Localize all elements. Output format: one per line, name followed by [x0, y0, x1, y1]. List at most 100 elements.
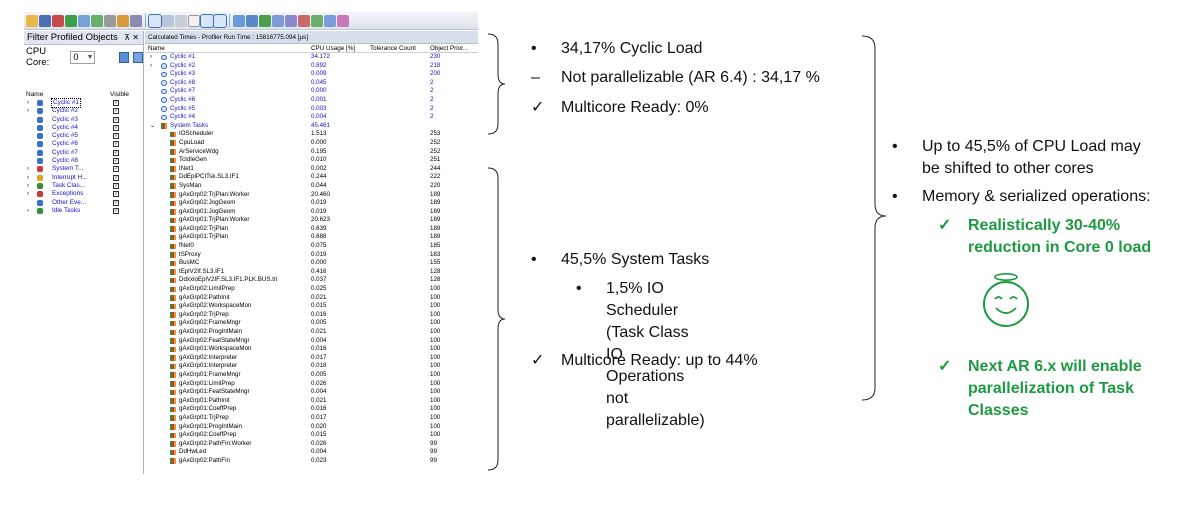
visible-checkbox[interactable]: ✓ [113, 116, 119, 123]
table-row[interactable]: gAxGrp02:ProgIntMain 0.021 100 [145, 328, 478, 337]
expander-icon[interactable]: › [27, 174, 29, 182]
table-row[interactable]: DdxxloEplV2IF.SL3.IF1.PLK.BUS.tri 0.037 12… [145, 276, 478, 285]
select-all-icon[interactable] [119, 51, 130, 63]
visible-checkbox[interactable]: ✓ [113, 149, 119, 156]
flag-icon[interactable] [246, 14, 258, 27]
table-row[interactable]: gAxGrp02:TrjPrep 0.016 100 [145, 311, 478, 320]
expander-icon[interactable]: › [27, 207, 29, 215]
table-row[interactable]: ArServiceWdg 0.195 252 [145, 148, 478, 157]
info-icon[interactable] [213, 13, 227, 28]
pin-close-icon[interactable]: ⊼ ✕ [124, 31, 139, 45]
table-row[interactable]: Cyclic #7 0.000 2 [145, 87, 478, 96]
expander-icon[interactable]: › [27, 99, 29, 107]
table-row[interactable]: tSProxy 0.019 183 [145, 251, 478, 260]
table-row[interactable]: BusMC 0.000 155 [145, 259, 478, 268]
table-row[interactable]: gAxGrp01:ProgIntMain 0.020 100 [145, 423, 478, 432]
visible-checkbox[interactable]: ✓ [113, 174, 119, 181]
table-row[interactable]: SysMan 0.044 220 [145, 182, 478, 191]
expander-icon[interactable]: › [150, 53, 152, 62]
table-row[interactable]: gAxGrp02:PathFin:Worker 0.026 99 [145, 440, 478, 449]
visible-checkbox[interactable]: ✓ [113, 124, 119, 131]
expander-icon[interactable]: › [27, 190, 29, 198]
visible-checkbox[interactable]: ✓ [113, 166, 119, 173]
visible-checkbox[interactable]: ✓ [113, 207, 119, 214]
flag-icon[interactable] [337, 14, 349, 27]
table-row[interactable]: CpuLoad 0.000 252 [145, 139, 478, 148]
table-row[interactable]: DdHwLed 0.004 99 [145, 448, 478, 457]
table-row[interactable]: › Cyclic #2 0.892 218 [145, 62, 478, 71]
sort-icon[interactable] [133, 51, 143, 63]
table-row[interactable]: gAxGrp02:PathInit 0.021 100 [145, 294, 478, 303]
col-name[interactable]: Name [148, 44, 165, 53]
table-row[interactable]: tEplV2If.SL3.IF1 0.416 128 [145, 268, 478, 277]
visible-checkbox[interactable]: ✓ [113, 133, 119, 140]
table-row[interactable]: Cyclic #3 0.009 200 [145, 70, 478, 79]
print-icon[interactable] [130, 14, 142, 27]
table-row[interactable]: gAxGrp01:Interpreter 0.018 100 [145, 362, 478, 371]
export-icon[interactable] [78, 14, 90, 27]
table-row[interactable]: gAxGrp02:LimitPrep 0.025 100 [145, 285, 478, 294]
table-row[interactable]: Cyclic #4 0.004 2 [145, 113, 478, 122]
table-row[interactable]: gAxGrp02:JogGeom 0.019 189 [145, 199, 478, 208]
table-row[interactable]: › Cyclic #1 34.172 230 [145, 53, 478, 62]
table-row[interactable]: gAxGrp01:TrjPlan:Worker 20.623 189 [145, 216, 478, 225]
list-item[interactable]: › Cyclic #2 ✓ [24, 107, 142, 115]
visible-checkbox[interactable]: ✓ [113, 158, 119, 165]
list-item[interactable]: Cyclic #7 ✓ [24, 149, 142, 157]
visible-checkbox[interactable]: ✓ [113, 100, 119, 106]
visible-checkbox[interactable]: ✓ [113, 191, 119, 198]
cursor-icon[interactable] [200, 13, 214, 28]
table-row[interactable]: TcIdleGen 0.010 251 [145, 156, 478, 165]
page-icon[interactable] [188, 14, 200, 27]
open-folder-icon[interactable] [26, 14, 38, 27]
table-row[interactable]: Cyclic #5 0.003 2 [145, 105, 478, 114]
table-row[interactable]: Cyclic #6 0.001 2 [145, 96, 478, 105]
table-row[interactable]: gAxGrp02:CoeffPrep 0.015 100 [145, 431, 478, 440]
grid-view-icon[interactable] [162, 14, 174, 27]
refresh-icon[interactable] [65, 14, 77, 27]
list-item[interactable]: Cyclic #5 ✓ [24, 132, 142, 140]
flag-icon[interactable] [272, 14, 284, 27]
table-row[interactable]: DdEplPCITsk.SL3.IF1 0.244 222 [145, 173, 478, 182]
table-row[interactable]: gAxGrp02:TrjPlan:Worker 20.460 189 [145, 191, 478, 200]
list-item[interactable]: › Idle Tasks ✓ [24, 207, 142, 215]
list-item[interactable]: Cyclic #3 ✓ [24, 116, 142, 124]
table-row[interactable]: gAxGrp02:FrameMngr 0.005 100 [145, 319, 478, 328]
table-row[interactable]: gAxGrp02:WorkspaceMon 0.015 100 [145, 302, 478, 311]
list-item[interactable]: › Interrupt H... ✓ [24, 174, 142, 182]
col-object-priority[interactable]: Object Prior... [430, 44, 468, 53]
table-view-icon[interactable] [148, 13, 162, 28]
table-row[interactable]: gAxGrp01:CoeffPrep 0.016 100 [145, 405, 478, 414]
flag-icon[interactable] [311, 14, 323, 27]
table-row[interactable]: gAxGrp01:PathInit 0.021 100 [145, 397, 478, 406]
table-row[interactable]: gAxGrp02:PathFin 0.023 99 [145, 457, 478, 466]
table-row[interactable]: tNet1 0.002 244 [145, 165, 478, 174]
flag-icon[interactable] [259, 14, 271, 27]
flag-icon[interactable] [324, 14, 336, 27]
col-cpu-usage[interactable]: CPU Usage [%] [311, 44, 355, 53]
table-row[interactable]: gAxGrp01:TrjPlan 0.688 189 [145, 233, 478, 242]
visible-checkbox[interactable]: ✓ [113, 199, 119, 206]
table-row[interactable]: ⌄ System Tasks 45.461 [145, 122, 478, 131]
table-row[interactable]: fNet0 0.075 185 [145, 242, 478, 251]
table-row[interactable]: gAxGrp02:Interpreter 0.017 100 [145, 354, 478, 363]
table-row[interactable]: IOScheduler 1.513 253 [145, 130, 478, 139]
expander-icon[interactable]: ⌄ [150, 122, 155, 131]
flag-icon[interactable] [285, 14, 297, 27]
flag-icon[interactable] [233, 14, 245, 27]
table-row[interactable]: gAxGrp02:TrjPlan 0.639 189 [145, 225, 478, 234]
cpu-core-select[interactable]: 0 ▼ [70, 50, 96, 64]
expander-icon[interactable]: › [27, 165, 29, 173]
visible-checkbox[interactable]: ✓ [113, 108, 119, 115]
list-item[interactable]: › Task Clas... ✓ [24, 182, 142, 190]
list-item[interactable]: › System T... ✓ [24, 165, 142, 173]
expander-icon[interactable]: › [27, 182, 29, 190]
list-view-icon[interactable] [175, 14, 187, 27]
table-row[interactable]: gAxGrp01:FeatStateMngr 0.004 100 [145, 388, 478, 397]
flag-icon[interactable] [298, 14, 310, 27]
col-tolerance-count[interactable]: Tolerance Count [370, 44, 416, 53]
import-icon[interactable] [91, 14, 103, 27]
table-row[interactable]: gAxGrp01:FrameMngr 0.005 100 [145, 371, 478, 380]
save-icon[interactable] [39, 14, 51, 27]
list-item[interactable]: Cyclic #4 ✓ [24, 124, 142, 132]
